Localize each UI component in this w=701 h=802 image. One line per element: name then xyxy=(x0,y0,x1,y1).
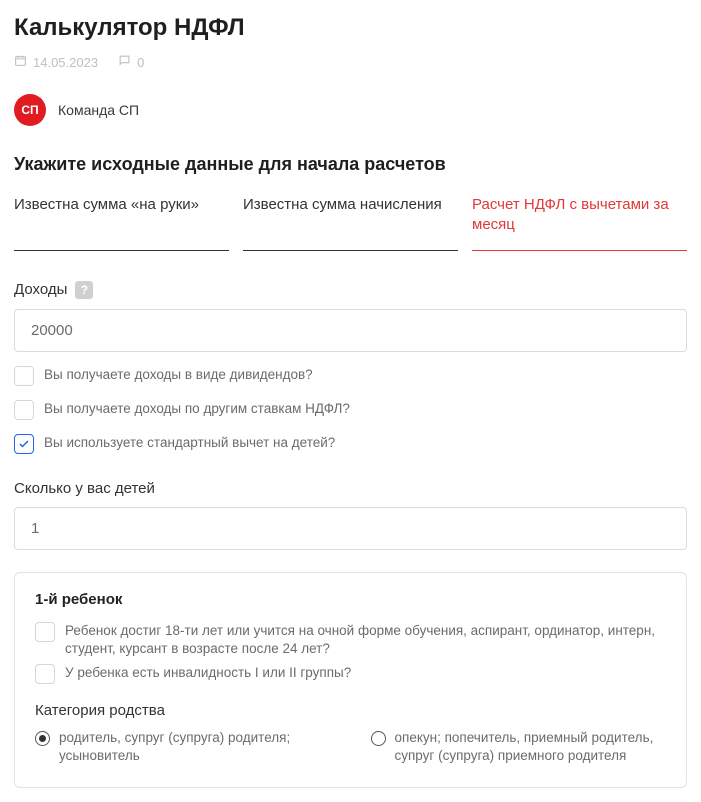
checkbox-child-deduction[interactable] xyxy=(14,434,34,454)
checkbox-other-rates[interactable] xyxy=(14,400,34,420)
checkbox-child-age[interactable] xyxy=(35,622,55,642)
children-label: Сколько у вас детей xyxy=(14,480,687,497)
checkbox-child-disability-label: У ребенка есть инвалидность I или II гру… xyxy=(65,664,351,682)
child-card-title: 1-й ребенок xyxy=(35,591,666,608)
meta-row: 14.05.2023 0 xyxy=(14,54,687,70)
tab-known-net[interactable]: Известна сумма «на руки» xyxy=(14,193,229,251)
checkbox-child-deduction-label: Вы используете стандартный вычет на дете… xyxy=(44,434,335,452)
checkbox-dividends-label: Вы получаете доходы в виде дивидендов? xyxy=(44,366,313,384)
date-value: 14.05.2023 xyxy=(33,55,98,70)
author-row: СП Команда СП xyxy=(14,94,687,126)
comments-count: 0 xyxy=(137,55,144,70)
radio-guardian[interactable] xyxy=(371,731,386,746)
checkbox-child-age-label: Ребенок достиг 18-ти лет или учится на о… xyxy=(65,622,666,658)
radio-parent-item[interactable]: родитель, супруг (супруга) родителя; усы… xyxy=(35,729,331,765)
comments-meta: 0 xyxy=(118,54,144,70)
avatar: СП xyxy=(14,94,46,126)
radio-guardian-item[interactable]: опекун; попечитель, приемный родитель, с… xyxy=(371,729,667,765)
help-icon[interactable]: ? xyxy=(75,281,93,299)
radio-guardian-label: опекун; попечитель, приемный родитель, с… xyxy=(395,729,667,765)
page-title: Калькулятор НДФЛ xyxy=(14,14,687,42)
relation-label: Категория родства xyxy=(35,702,666,719)
checkbox-child-disability[interactable] xyxy=(35,664,55,684)
relation-radio-group: родитель, супруг (супруга) родителя; усы… xyxy=(35,729,666,765)
radio-parent[interactable] xyxy=(35,731,50,746)
checkbox-child-disability-row: У ребенка есть инвалидность I или II гру… xyxy=(35,664,666,684)
tab-deductions-month[interactable]: Расчет НДФЛ с вычетами за месяц xyxy=(472,193,687,251)
checkbox-other-rates-label: Вы получаете доходы по другим ставкам НД… xyxy=(44,400,350,418)
comment-icon xyxy=(118,54,131,70)
author-name[interactable]: Команда СП xyxy=(58,102,139,118)
checkbox-child-deduction-row: Вы используете стандартный вычет на дете… xyxy=(14,434,687,454)
checkbox-other-rates-row: Вы получаете доходы по другим ставкам НД… xyxy=(14,400,687,420)
child-card: 1-й ребенок Ребенок достиг 18-ти лет или… xyxy=(14,572,687,789)
date-meta: 14.05.2023 xyxy=(14,54,98,70)
checkbox-dividends-row: Вы получаете доходы в виде дивидендов? xyxy=(14,366,687,386)
tab-known-gross[interactable]: Известна сумма начисления xyxy=(243,193,458,251)
calendar-icon xyxy=(14,54,27,70)
checkbox-child-age-row: Ребенок достиг 18-ти лет или учится на о… xyxy=(35,622,666,658)
income-label-row: Доходы ? xyxy=(14,281,687,299)
children-count-input[interactable] xyxy=(14,507,687,550)
tabs: Известна сумма «на руки» Известна сумма … xyxy=(14,193,687,251)
form-heading: Укажите исходные данные для начала расче… xyxy=(14,154,687,175)
income-input[interactable] xyxy=(14,309,687,352)
radio-parent-label: родитель, супруг (супруга) родителя; усы… xyxy=(59,729,331,765)
checkbox-dividends[interactable] xyxy=(14,366,34,386)
income-label: Доходы xyxy=(14,281,67,298)
